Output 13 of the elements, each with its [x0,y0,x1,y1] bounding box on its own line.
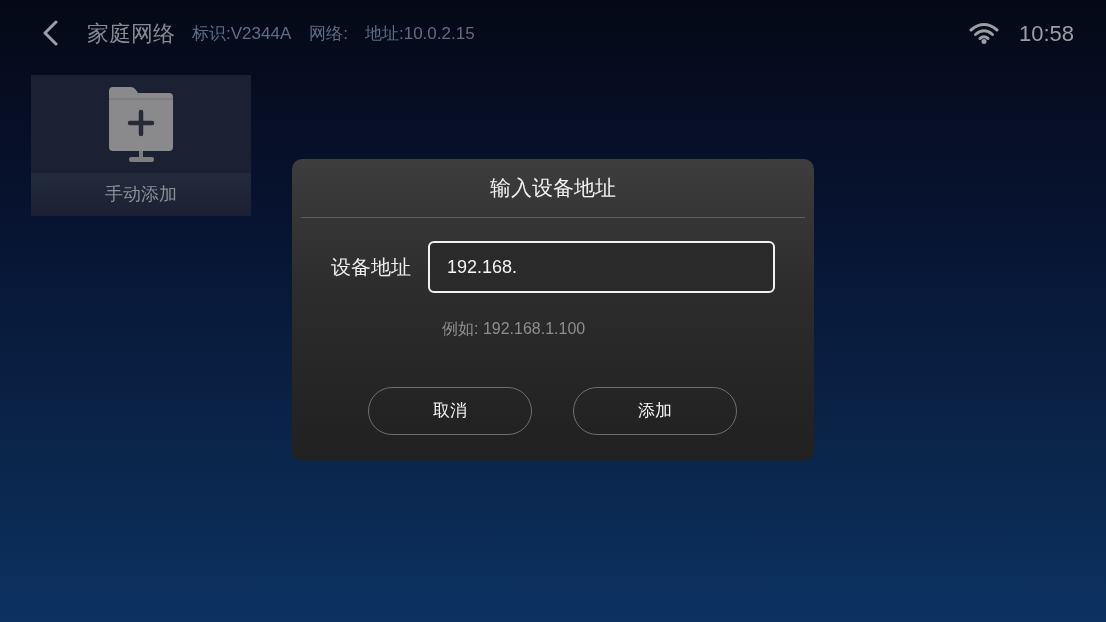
clock-time: 10:58 [1018,19,1074,48]
dialog-title: 输入设备地址 [490,175,616,202]
address-text: 地址:10.0.2.15 [364,23,475,46]
wifi-icon [968,22,999,44]
folder-plus-icon [107,85,175,163]
device-id-text: 标识:V2344A [192,23,292,46]
page-title: 家庭网络 [87,19,175,48]
example-hint: 例如: 192.168.1.100 [442,320,586,337]
add-device-tile[interactable]: 手动添加 [31,75,251,216]
address-input[interactable]: 192.168. [428,241,775,293]
field-label: 设备地址 [331,255,412,280]
network-text: 网络: [309,23,348,46]
chevron-left-icon[interactable] [41,20,59,46]
